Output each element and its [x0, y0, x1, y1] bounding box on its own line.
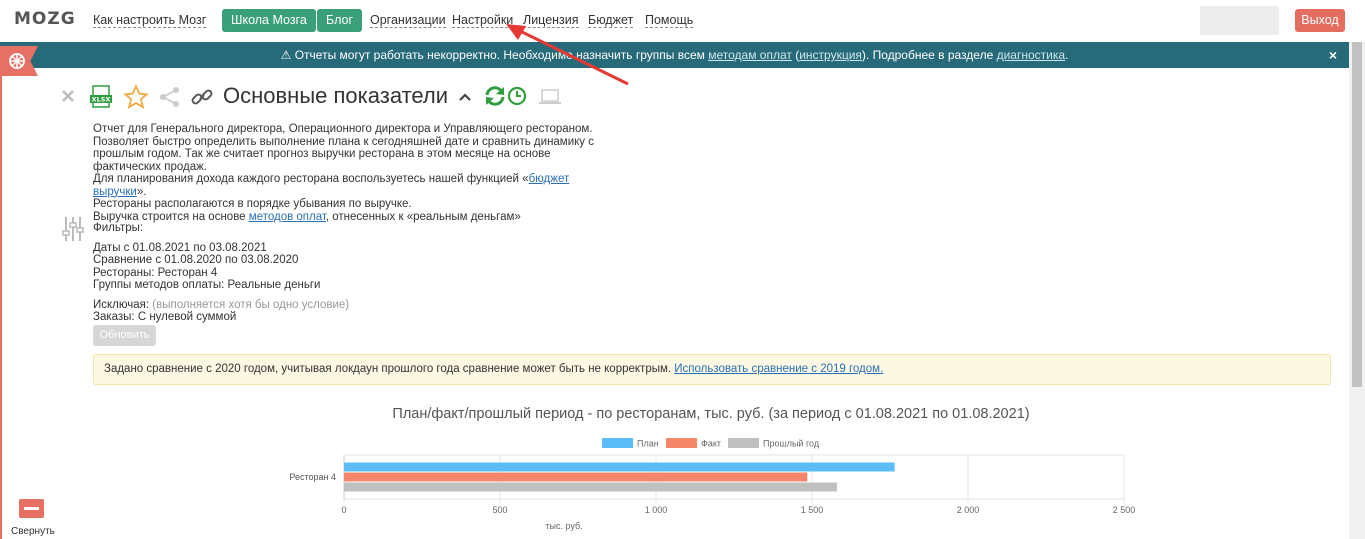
clock-icon[interactable]	[507, 86, 527, 106]
desc-line-2: Позволяет быстро определить выполнение п…	[93, 135, 594, 173]
refresh-icon[interactable]	[483, 85, 507, 107]
warning-icon: ⚠	[280, 48, 292, 62]
bar-chart: План Факт Прошлый год 0 500 1 000 1 500 2 000 2 …	[289, 438, 1136, 531]
wheel-icon	[9, 53, 25, 69]
refresh-button[interactable]: Обновить	[93, 325, 156, 346]
x-tick-label-4: 2 000	[957, 505, 980, 515]
filters-heading: Фильтры:	[93, 222, 144, 234]
filters-panel: Фильтры: Даты с 01.08.2021 по 03.08.2021…	[93, 222, 349, 324]
top-nav: MOZG Как настроить Мозг Школа Мозга Блог…	[0, 0, 1365, 42]
banner-link-payment-methods[interactable]: методам оплат	[708, 48, 792, 62]
desc-line-3-after: ».	[136, 185, 147, 198]
filter-excluding: Исключая: (выполняется хотя бы одно усло…	[93, 299, 349, 312]
link-icon[interactable]	[190, 85, 214, 109]
scrollbar-thumb[interactable]	[1352, 42, 1362, 387]
filter-payment-groups: Группы методов оплаты: Реальные деньги	[93, 279, 321, 291]
filter-restaurants: Рестораны: Ресторан 4	[93, 266, 218, 279]
desc-line-3: Для планирования дохода каждого ресторан…	[93, 173, 613, 198]
x-tick-label-3: 1 500	[801, 505, 824, 515]
banner-link-diagnostics[interactable]: диагностика	[997, 48, 1065, 62]
chevron-up-icon[interactable]	[459, 92, 471, 102]
report-title: Основные показатели	[223, 83, 449, 108]
nav-link-how-to-setup[interactable]: Как настроить Мозг	[93, 13, 207, 28]
annotation-arrow	[506, 24, 629, 86]
share-icon[interactable]	[159, 86, 181, 108]
notice-text: Задано сравнение с 2020 годом, учитывая …	[104, 363, 675, 375]
user-avatar[interactable]	[1200, 6, 1279, 35]
legend-swatch-0	[602, 438, 633, 448]
x-tick-label-1: 500	[492, 505, 507, 515]
scrollbar[interactable]	[1349, 42, 1365, 539]
filter-comparison: Сравнение с 01.08.2020 по 03.08.2020	[93, 254, 299, 266]
excluding-hint: (выполняется хотя бы одно условие)	[152, 298, 350, 311]
desc-line-3-before: Для планирования дохода каждого ресторан…	[93, 173, 529, 185]
x-axis-label: тыс. руб.	[545, 521, 582, 531]
logout-button[interactable]: Выход	[1295, 9, 1345, 32]
warning-banner: ⚠ Отчеты могут работать некорректно. Нео…	[0, 42, 1349, 68]
legend-swatch-2	[728, 438, 759, 448]
x-tick-label-5: 2 500	[1113, 505, 1136, 515]
category-label-0: Ресторан 4	[289, 472, 336, 482]
use-2019-comparison-link[interactable]: Использовать сравнение с 2019 годом.	[674, 363, 883, 375]
filter-dates: Даты с 01.08.2021 по 03.08.2021	[93, 241, 267, 254]
banner-text-end: .	[1065, 48, 1069, 62]
xlsx-export-icon[interactable]: XLSX	[90, 85, 114, 109]
bar-0-2	[344, 482, 837, 492]
logo-text: MOZG	[14, 9, 76, 29]
favorite-star-icon[interactable]	[123, 84, 149, 110]
desc-line-5-after: , отнесенных к «реальным деньгам»	[325, 210, 521, 223]
chart-title: План/факт/прошлый период - по ресторанам…	[392, 406, 1030, 422]
x-tick-label-2: 1 000	[645, 505, 668, 515]
legend-label-0: План	[637, 439, 659, 449]
bar-0-0	[344, 462, 895, 472]
desc-line-4: Рестораны располагаются в порядке убыван…	[93, 198, 412, 210]
logo[interactable]: MOZG	[14, 9, 76, 29]
x-tick-label-0: 0	[341, 505, 346, 515]
banner-close-icon[interactable]: ×	[1329, 42, 1337, 68]
school-button[interactable]: Школа Мозга	[222, 9, 316, 32]
bar-0-1	[344, 472, 808, 482]
filter-orders: Заказы: С нулевой суммой	[93, 311, 237, 323]
filters-sliders-icon[interactable]	[62, 216, 84, 242]
blog-button[interactable]: Блог	[317, 9, 363, 32]
desc-line-1: Отчет для Генерального директора, Операц…	[93, 123, 593, 135]
payment-methods-link[interactable]: методов оплат	[249, 211, 326, 223]
close-icon[interactable]	[61, 89, 75, 103]
excluding-label: Исключая:	[93, 298, 150, 311]
legend-label-1: Факт	[701, 439, 721, 449]
comparison-notice: Задано сравнение с 2020 годом, учитывая …	[93, 354, 1331, 385]
svg-text:XLSX: XLSX	[92, 96, 111, 104]
banner-link-instruction[interactable]: инструкция	[799, 48, 862, 62]
nav-link-organizations[interactable]: Организации	[370, 13, 446, 28]
banner-text-mid: ). Подробнее в разделе	[861, 48, 997, 62]
report-description: Отчет для Генерального директора, Операц…	[93, 123, 613, 223]
legend-label-2: Прошлый год	[763, 439, 820, 449]
desc-line-5-before: Выручка строится на основе	[93, 210, 249, 223]
laptop-icon[interactable]	[538, 88, 562, 106]
legend-swatch-1	[666, 438, 697, 448]
nav-link-help[interactable]: Помощь	[645, 13, 694, 28]
